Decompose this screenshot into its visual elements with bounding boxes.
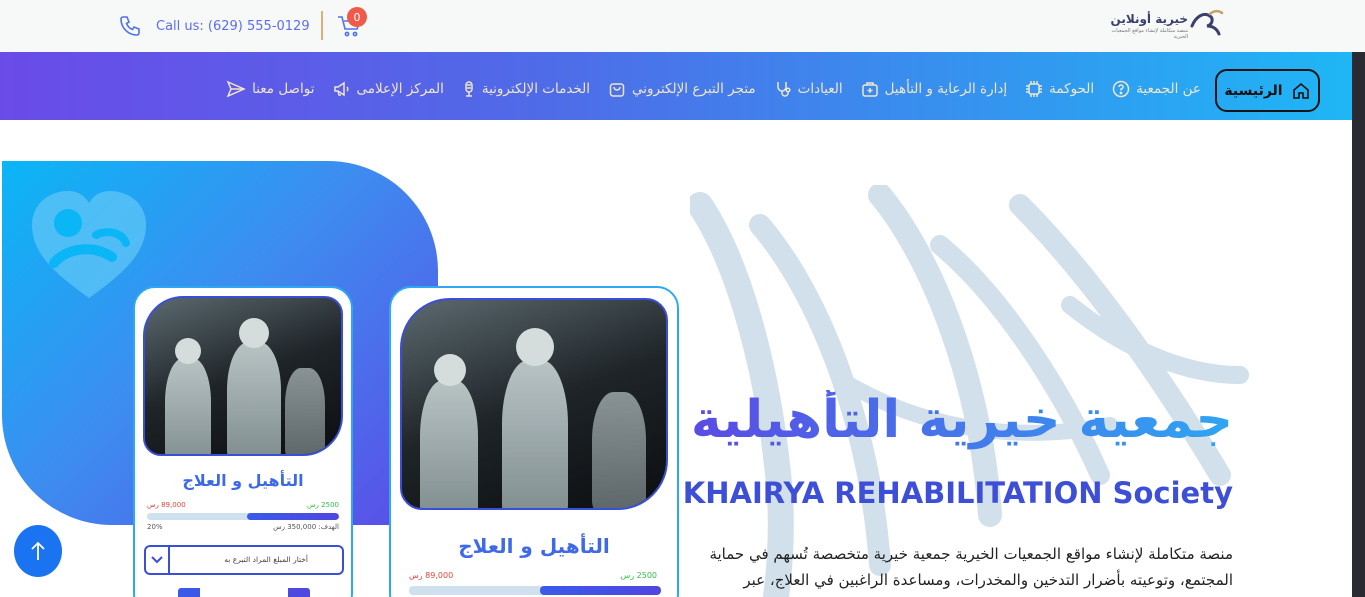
stethoscope-icon <box>776 82 791 97</box>
logo-tagline: منصة متكاملة لإنشاء مواقع الجمعيات الخير… <box>1111 28 1188 40</box>
hero-title: جمعية خيرية التأهيلية <box>690 390 1233 450</box>
nav-item-label: تواصل معنا <box>252 81 315 97</box>
donation-amount-placeholder: أختار المبلغ المراد التبرع به <box>224 555 308 564</box>
logo-text: خيرية أونلاين <box>1110 12 1188 26</box>
nav-item-about[interactable]: عن الجمعية <box>1112 80 1201 98</box>
logo-mark-icon <box>1190 9 1224 36</box>
phone-contact[interactable]: Call us: (629) 555-0129 <box>118 13 310 39</box>
home-icon <box>1292 82 1309 99</box>
page-scrollbar[interactable] <box>1352 52 1365 597</box>
cart-count-badge: 0 <box>347 7 367 27</box>
nav-item-governance[interactable]: الحوكمة <box>1025 80 1094 98</box>
card-progress-fill <box>246 513 339 520</box>
card-photo <box>400 298 668 510</box>
site-logo[interactable]: خيرية أونلاين منصة متكاملة لإنشاء مواقع … <box>1102 6 1228 44</box>
card-title: التأهيل و العلاج <box>182 471 304 490</box>
nav-home-label: الرئيسية <box>1224 82 1283 99</box>
card-photo <box>143 296 343 456</box>
question-circle-icon <box>1112 80 1130 98</box>
nav-item-label: المركز الإعلامى <box>356 81 444 97</box>
nav-item-label: الحوكمة <box>1049 81 1095 97</box>
nav-item-label: عن الجمعية <box>1136 81 1201 97</box>
hero-subtitle: KHAIRYA REHABILITATION Society <box>682 476 1233 510</box>
quantity-stepper[interactable] <box>178 588 310 597</box>
microphone-icon <box>465 81 473 97</box>
card-goal: الهدف: 350,000 رس <box>273 523 339 531</box>
nav-item-clinics[interactable]: العيادات <box>774 80 843 98</box>
nav-item-media-center[interactable]: المركز الإعلامى <box>333 80 444 98</box>
chevron-down-icon[interactable] <box>146 547 170 573</box>
arrow-up-icon <box>31 541 45 560</box>
nav-item-contact[interactable]: تواصل معنا <box>226 80 315 98</box>
nav-item-label: إدارة الرعاية و التأهيل <box>884 81 1008 97</box>
donation-card[interactable]: التأهيل و العلاج 2500 رس 89,000 رس الهدف… <box>133 286 353 597</box>
card-raised: 2500 رس <box>620 571 657 580</box>
hero-description: منصة متكاملة لإنشاء مواقع الجمعيات الخير… <box>709 545 1233 589</box>
topbar-divider <box>321 11 323 40</box>
heart-hands-logo-icon <box>32 191 146 298</box>
chip-icon <box>1026 81 1043 97</box>
nav-item-care-management[interactable]: إدارة الرعاية و التأهيل <box>861 80 1007 98</box>
phone-icon <box>120 16 140 36</box>
megaphone-icon <box>333 81 349 97</box>
nav-item-e-services[interactable]: الخدمات الإلكترونية <box>462 80 590 98</box>
shopping-bag-icon <box>609 83 625 97</box>
card-progress-fill <box>540 586 661 595</box>
main-navbar: الرئيسية عن الجمعية الحوكمة إدارة الرعاي… <box>0 52 1352 120</box>
nav-item-label: الخدمات الإلكترونية <box>481 81 590 97</box>
nav-items: عن الجمعية الحوكمة إدارة الرعاية و التأه… <box>226 80 1201 98</box>
nav-home[interactable]: الرئيسية <box>1215 69 1320 112</box>
donation-card[interactable]: التأهيل و العلاج 2500 رس 89,000 رس <box>389 286 679 597</box>
medical-kit-icon <box>861 82 878 97</box>
scroll-to-top-button[interactable] <box>14 525 62 577</box>
card-remaining: 89,000 رس <box>409 571 454 580</box>
card-progress-bar <box>409 586 661 595</box>
nav-item-label: العيادات <box>797 81 843 97</box>
top-bar: Call us: (629) 555-0129 0 خيرية أونلاين … <box>0 0 1365 52</box>
card-title: التأهيل و العلاج <box>458 534 610 558</box>
card-progress-bar <box>147 513 339 520</box>
phone-text[interactable]: Call us: (629) 555-0129 <box>156 19 310 34</box>
card-remaining: 89,000 رس <box>147 501 186 509</box>
nav-item-donation-store[interactable]: متجر التبرع الإلكتروني <box>608 80 756 98</box>
nav-item-label: متجر التبرع الإلكتروني <box>631 81 756 97</box>
donation-amount-select[interactable]: أختار المبلغ المراد التبرع به <box>144 545 344 575</box>
card-raised: 2500 رس <box>307 501 339 509</box>
send-icon <box>226 80 246 98</box>
card-percent: 20% <box>147 523 163 531</box>
